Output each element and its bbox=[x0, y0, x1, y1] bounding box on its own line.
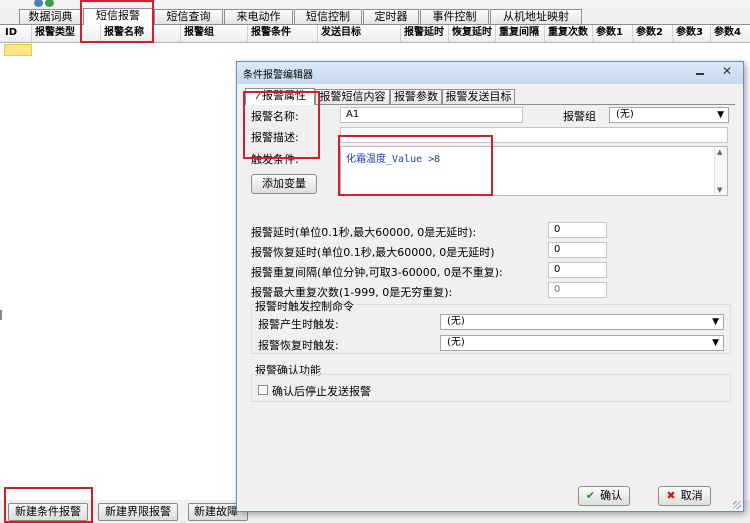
tab-alarm-params[interactable]: 报警参数 bbox=[390, 89, 442, 104]
alarm-delay-label: 报警延时(单位0.1秒,最大60000, 0是无延时): bbox=[251, 226, 477, 239]
alarm-group-select[interactable]: (无) ▼ bbox=[609, 107, 729, 123]
cancel-button[interactable]: ✖ 取消 bbox=[658, 486, 711, 506]
column-header-recover-delay[interactable]: 恢复延时 bbox=[449, 25, 496, 42]
alarm-description-label: 报警描述: bbox=[251, 131, 299, 144]
dialog-title-bar[interactable]: 条件报警编辑器 ✕ bbox=[237, 62, 743, 84]
refresh-icon bbox=[45, 0, 54, 7]
column-header-param3[interactable]: 参数3 bbox=[673, 25, 711, 42]
column-header-param4[interactable]: 参数4 bbox=[711, 25, 750, 42]
alarm-delay-input[interactable]: 0 bbox=[548, 222, 607, 238]
add-variable-button[interactable]: 添加变量 bbox=[251, 174, 317, 194]
column-header-send-target[interactable]: 发送目标 bbox=[318, 25, 401, 42]
close-icon[interactable]: ✕ bbox=[715, 64, 739, 80]
stop-after-confirm-checkbox[interactable] bbox=[258, 385, 268, 395]
tab-sms-control[interactable]: 短信控制 bbox=[294, 9, 362, 24]
dialog-tab-bar: 报警属性 报警短信内容 报警参数 报警发送目标 bbox=[245, 88, 735, 105]
tab-sms-query[interactable]: 短信查询 bbox=[154, 9, 223, 24]
alarm-group-label: 报警组 bbox=[563, 110, 596, 123]
column-header-alarm-group[interactable]: 报警组 bbox=[181, 25, 248, 42]
stop-after-confirm-label[interactable]: 确认后停止发送报警 bbox=[272, 383, 371, 399]
tab-alarm-send-target[interactable]: 报警发送目标 bbox=[442, 89, 515, 104]
on-alarm-trigger-value: (无) bbox=[447, 316, 465, 327]
on-alarm-trigger-select[interactable]: (无) ▼ bbox=[440, 314, 724, 330]
cancel-button-label: 取消 bbox=[680, 489, 703, 502]
resize-grip[interactable] bbox=[733, 501, 741, 509]
app-icon bbox=[34, 0, 43, 7]
selected-grid-cell[interactable] bbox=[4, 44, 32, 56]
alarm-grid-header: ID 报警类型 报警名称 报警组 报警条件 发送目标 报警延时 恢复延时 重复间… bbox=[0, 25, 750, 43]
splitter-handle[interactable] bbox=[0, 310, 2, 320]
condition-alarm-editor-dialog: 条件报警编辑器 ✕ 报警属性 报警短信内容 报警参数 报警发送目标 报警名称: … bbox=[236, 61, 744, 512]
column-header-id[interactable]: ID bbox=[2, 25, 32, 42]
repeat-interval-input[interactable]: 0 bbox=[548, 262, 607, 278]
recover-delay-label: 报警恢复延时(单位0.1秒,最大60000, 0是无延时) bbox=[251, 246, 495, 259]
checkmark-icon: ✔ bbox=[585, 489, 596, 502]
repeat-interval-label: 报警重复间隔(单位分钟,可取3-60000, 0是不重复): bbox=[251, 266, 503, 279]
tab-incoming-call-action[interactable]: 来电动作 bbox=[224, 9, 293, 24]
chevron-down-icon: ▼ bbox=[712, 317, 719, 327]
column-header-param2[interactable]: 参数2 bbox=[633, 25, 673, 42]
confirm-button-label: 确认 bbox=[600, 489, 623, 502]
tab-scroll-arrow-icon bbox=[255, 92, 261, 100]
tab-alarm-sms-content[interactable]: 报警短信内容 bbox=[315, 89, 390, 104]
condition-scrollbar[interactable]: ▲ ▼ bbox=[714, 147, 727, 195]
tab-data-dictionary[interactable]: 数据词典 bbox=[19, 9, 82, 24]
alarm-name-label: 报警名称: bbox=[251, 110, 299, 123]
column-header-alarm-condition[interactable]: 报警条件 bbox=[248, 25, 318, 42]
max-repeat-input[interactable]: 0 bbox=[548, 282, 607, 298]
cancel-x-icon: ✖ bbox=[666, 489, 676, 502]
dialog-title: 条件报警编辑器 bbox=[243, 70, 313, 81]
on-alarm-trigger-label: 报警产生时触发: bbox=[258, 318, 339, 331]
tab-timer[interactable]: 定时器 bbox=[363, 9, 419, 24]
trigger-condition-expression: 化霜温度_Value >8 bbox=[346, 154, 441, 165]
tab-slave-address-mapping[interactable]: 从机地址映射 bbox=[490, 9, 582, 24]
column-header-alarm-name[interactable]: 报警名称 bbox=[101, 25, 181, 42]
minimize-icon[interactable] bbox=[692, 65, 708, 79]
alarm-name-input[interactable]: A1 bbox=[340, 107, 523, 123]
trigger-condition-label: 触发条件: bbox=[251, 153, 299, 166]
column-header-repeat-interval[interactable]: 重复间隔 bbox=[496, 25, 545, 42]
window-top-strip bbox=[0, 0, 750, 8]
tab-sms-alarm[interactable]: 短信报警 bbox=[83, 8, 153, 25]
on-recover-trigger-label: 报警恢复时触发: bbox=[258, 339, 339, 352]
on-recover-trigger-select[interactable]: (无) ▼ bbox=[440, 335, 724, 351]
recover-delay-input[interactable]: 0 bbox=[548, 242, 607, 258]
confirm-button[interactable]: ✔ 确认 bbox=[578, 486, 630, 506]
new-limit-alarm-button[interactable]: 新建界限报警 bbox=[98, 503, 178, 521]
trigger-condition-textarea[interactable]: 化霜温度_Value >8 ▲ ▼ bbox=[340, 146, 728, 196]
alarm-description-input[interactable] bbox=[340, 127, 728, 143]
column-header-param1[interactable]: 参数1 bbox=[593, 25, 633, 42]
column-header-alarm-type[interactable]: 报警类型 bbox=[32, 25, 101, 42]
control-command-group-label: 报警时触发控制命令 bbox=[255, 298, 356, 314]
scroll-up-icon[interactable]: ▲ bbox=[717, 148, 722, 156]
new-condition-alarm-button[interactable]: 新建条件报警 bbox=[8, 503, 88, 521]
chevron-down-icon: ▼ bbox=[712, 338, 719, 348]
column-header-repeat-count[interactable]: 重复次数 bbox=[545, 25, 593, 42]
toolbar-icons bbox=[34, 0, 64, 7]
tab-event-control[interactable]: 事件控制 bbox=[420, 9, 489, 24]
column-header-alarm-delay[interactable]: 报警延时 bbox=[401, 25, 449, 42]
on-recover-trigger-value: (无) bbox=[447, 337, 465, 348]
chevron-down-icon: ▼ bbox=[717, 110, 724, 120]
alarm-group-value: (无) bbox=[616, 109, 634, 120]
main-tab-bar: 数据词典 短信报警 短信查询 来电动作 短信控制 定时器 事件控制 从机地址映射 bbox=[0, 8, 750, 25]
scroll-down-icon[interactable]: ▼ bbox=[717, 186, 722, 194]
